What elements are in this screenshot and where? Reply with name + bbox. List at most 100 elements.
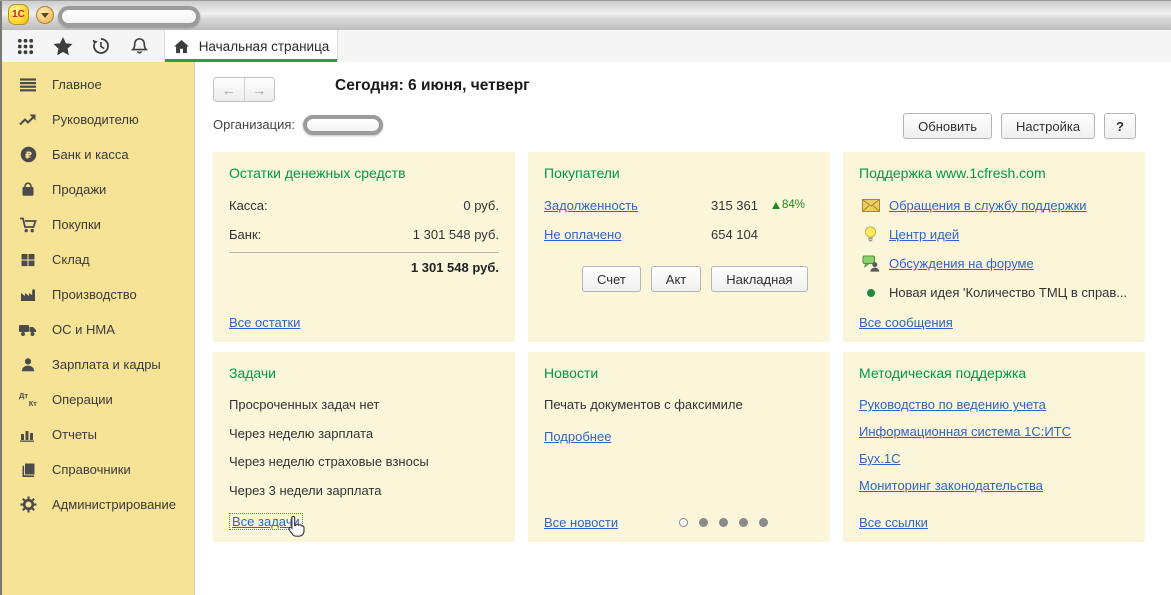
settings-button[interactable]: Настройка [1001, 113, 1095, 139]
act-button[interactable]: Акт [651, 266, 701, 292]
tab-label: Начальная страница [199, 39, 330, 54]
sidebar-item-pokupki[interactable]: Покупки [0, 207, 194, 242]
pagination-dot-active[interactable] [679, 518, 688, 527]
debt-delta: 84% [772, 191, 814, 220]
arrow-left-icon: ← [222, 82, 236, 98]
support-note: Новая идея 'Количество ТМЦ в справ... [889, 278, 1127, 307]
dashboard-cards: Остатки денежных средств Касса: 0 руб. Б… [213, 152, 1145, 542]
arrow-right-icon: → [252, 82, 266, 98]
cash-row-kassa: Касса: 0 руб. [229, 191, 499, 220]
customers-row-debt: Задолженность 315 361 84% [544, 191, 814, 220]
toolbar-icons [0, 30, 164, 62]
chart-icon [17, 428, 39, 442]
window-title-redacted [58, 6, 200, 27]
card-title: Методическая поддержка [859, 365, 1129, 381]
card-tasks: Задачи Просроченных задач нет Через неде… [213, 352, 515, 542]
all-balances-link[interactable]: Все остатки [229, 315, 300, 330]
unpaid-link[interactable]: Не оплачено [544, 220, 621, 249]
sidebar-item-os-i-nma[interactable]: ОС и НМА [0, 312, 194, 347]
sidebar-item-rukovoditelyu[interactable]: Руководителю [0, 102, 194, 137]
notifications-button[interactable] [120, 30, 158, 62]
svg-text:₽: ₽ [24, 150, 31, 161]
law-monitoring-link[interactable]: Мониторинг законодательства [859, 472, 1129, 499]
card-title: Поддержка www.1cfresh.com [859, 165, 1129, 181]
sidebar-item-label: Руководителю [52, 112, 139, 127]
sidebar-item-otchety[interactable]: Отчеты [0, 417, 194, 452]
its-system-link[interactable]: Информационная система 1С:ИТС [859, 418, 1129, 445]
pagination-dot[interactable] [719, 518, 728, 527]
apps-grid-button[interactable] [6, 30, 44, 62]
lightbulb-icon [861, 226, 880, 243]
accounting-guide-link[interactable]: Руководство по ведению учета [859, 391, 1129, 418]
sidebar-item-zarplata-i-kadry[interactable]: Зарплата и кадры [0, 347, 194, 382]
today-heading: Сегодня: 6 июня, четверг [335, 77, 530, 95]
sidebar-item-prodazhi[interactable]: Продажи [0, 172, 194, 207]
forum-link[interactable]: Обсуждения на форуме [889, 249, 1034, 278]
all-messages-link[interactable]: Все сообщения [859, 315, 953, 330]
invoice-button[interactable]: Счет [582, 266, 641, 292]
news-headline: Печать документов с факсимиле [544, 395, 814, 415]
pagination-dot[interactable] [759, 518, 768, 527]
star-icon [53, 37, 73, 56]
debt-link[interactable]: Задолженность [544, 191, 638, 220]
buh1c-link[interactable]: Бух.1С [859, 445, 1129, 472]
refresh-button[interactable]: Обновить [903, 113, 992, 139]
news-pagination-dots [679, 518, 768, 527]
history-button[interactable] [82, 30, 120, 62]
news-details-link[interactable]: Подробнее [544, 429, 611, 444]
main-area: ← → Сегодня: 6 июня, четверг Организация… [195, 62, 1171, 595]
trend-icon [17, 113, 39, 127]
gear-icon [17, 496, 39, 513]
sidebar-item-operacii[interactable]: ДтКт Операции [0, 382, 194, 417]
sidebar-item-glavnoe[interactable]: Главное [0, 67, 194, 102]
card-cash-balances: Остатки денежных средств Касса: 0 руб. Б… [213, 152, 515, 342]
all-links-link[interactable]: Все ссылки [859, 515, 928, 530]
all-tasks-link[interactable]: Все задачи [229, 513, 303, 530]
sidebar-item-label: Справочники [52, 462, 131, 477]
favorites-button[interactable] [44, 30, 82, 62]
app-window: 1С [0, 0, 1171, 595]
toolbar: Начальная страница [0, 30, 1171, 62]
idea-center-link[interactable]: Центр идей [889, 220, 959, 249]
all-news-link[interactable]: Все новости [544, 515, 618, 530]
nav-history-buttons: ← → [213, 77, 275, 102]
sidebar-item-label: Банк и касса [52, 147, 129, 162]
system-menu-button[interactable] [36, 6, 54, 24]
card-customers: Покупатели Задолженность 315 361 84% Не … [528, 152, 830, 342]
cash-row-value: 1 301 548 руб. [413, 220, 499, 249]
books-icon [17, 462, 39, 478]
home-icon [173, 39, 190, 54]
titlebar: 1С [0, 0, 1171, 30]
card-title: Новости [544, 365, 814, 381]
chevron-down-icon [41, 13, 49, 18]
sidebar-item-label: Покупки [52, 217, 101, 232]
task-item: Через 3 недели зарплата [229, 477, 499, 506]
document-buttons: Счет Акт Накладная [582, 266, 814, 292]
bell-icon [130, 36, 149, 56]
support-row-ideas: Центр идей [861, 220, 1129, 249]
card-methodical-support: Методическая поддержка Руководство по ве… [843, 352, 1145, 542]
sidebar-item-sklad[interactable]: Склад [0, 242, 194, 277]
pagination-dot[interactable] [739, 518, 748, 527]
forward-button[interactable]: → [245, 78, 275, 101]
sidebar-item-administrirovanie[interactable]: Администрирование [0, 487, 194, 522]
sidebar-item-label: Администрирование [52, 497, 176, 512]
sidebar-item-spravochniki[interactable]: Справочники [0, 452, 194, 487]
triangle-up-icon [772, 202, 780, 209]
window-frame-top [0, 0, 1171, 1]
pagination-dot[interactable] [699, 518, 708, 527]
sidebar-item-label: ОС и НМА [52, 322, 115, 337]
cash-row-label: Касса: [229, 191, 268, 220]
waybill-button[interactable]: Накладная [711, 266, 807, 292]
sidebar-item-bank-i-kassa[interactable]: ₽ Банк и касса [0, 137, 194, 172]
1c-logo-icon: 1С [8, 4, 29, 25]
tab-home-page[interactable]: Начальная страница [164, 30, 338, 62]
divider [229, 252, 499, 253]
support-tickets-link[interactable]: Обращения в службу поддержки [889, 191, 1087, 220]
task-item: Через неделю страховые взносы [229, 448, 499, 477]
back-button[interactable]: ← [214, 78, 245, 101]
truck-icon [17, 323, 39, 337]
sidebar-item-proizvodstvo[interactable]: Производство [0, 277, 194, 312]
help-button[interactable]: ? [1104, 113, 1136, 139]
forum-icon [861, 255, 880, 272]
